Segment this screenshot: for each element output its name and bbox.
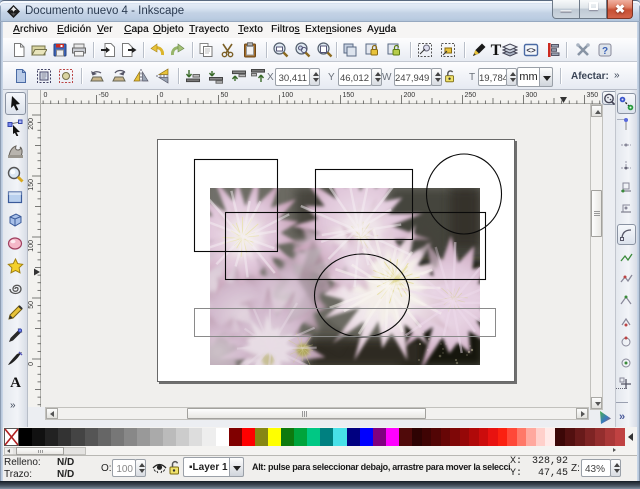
svg-text:150: 150	[343, 92, 355, 99]
svg-text:-50: -50	[99, 92, 109, 99]
svg-text:100: 100	[28, 240, 35, 252]
svg-text:0: 0	[44, 92, 48, 99]
svg-text:0: 0	[160, 92, 164, 99]
svg-text:50: 50	[28, 301, 35, 309]
svg-text:<>: <>	[526, 46, 536, 55]
svg-text:0: 0	[28, 362, 35, 366]
svg-text:200: 200	[28, 118, 35, 130]
svg-text:A: A	[10, 375, 21, 390]
svg-text:250: 250	[465, 92, 477, 99]
svg-text:50: 50	[221, 92, 229, 99]
svg-text:350: 350	[587, 92, 599, 99]
svg-text:200: 200	[404, 92, 416, 99]
svg-text:100: 100	[282, 92, 294, 99]
svg-text:300: 300	[526, 92, 538, 99]
svg-text:?: ?	[602, 46, 608, 57]
svg-text:150: 150	[28, 179, 35, 191]
